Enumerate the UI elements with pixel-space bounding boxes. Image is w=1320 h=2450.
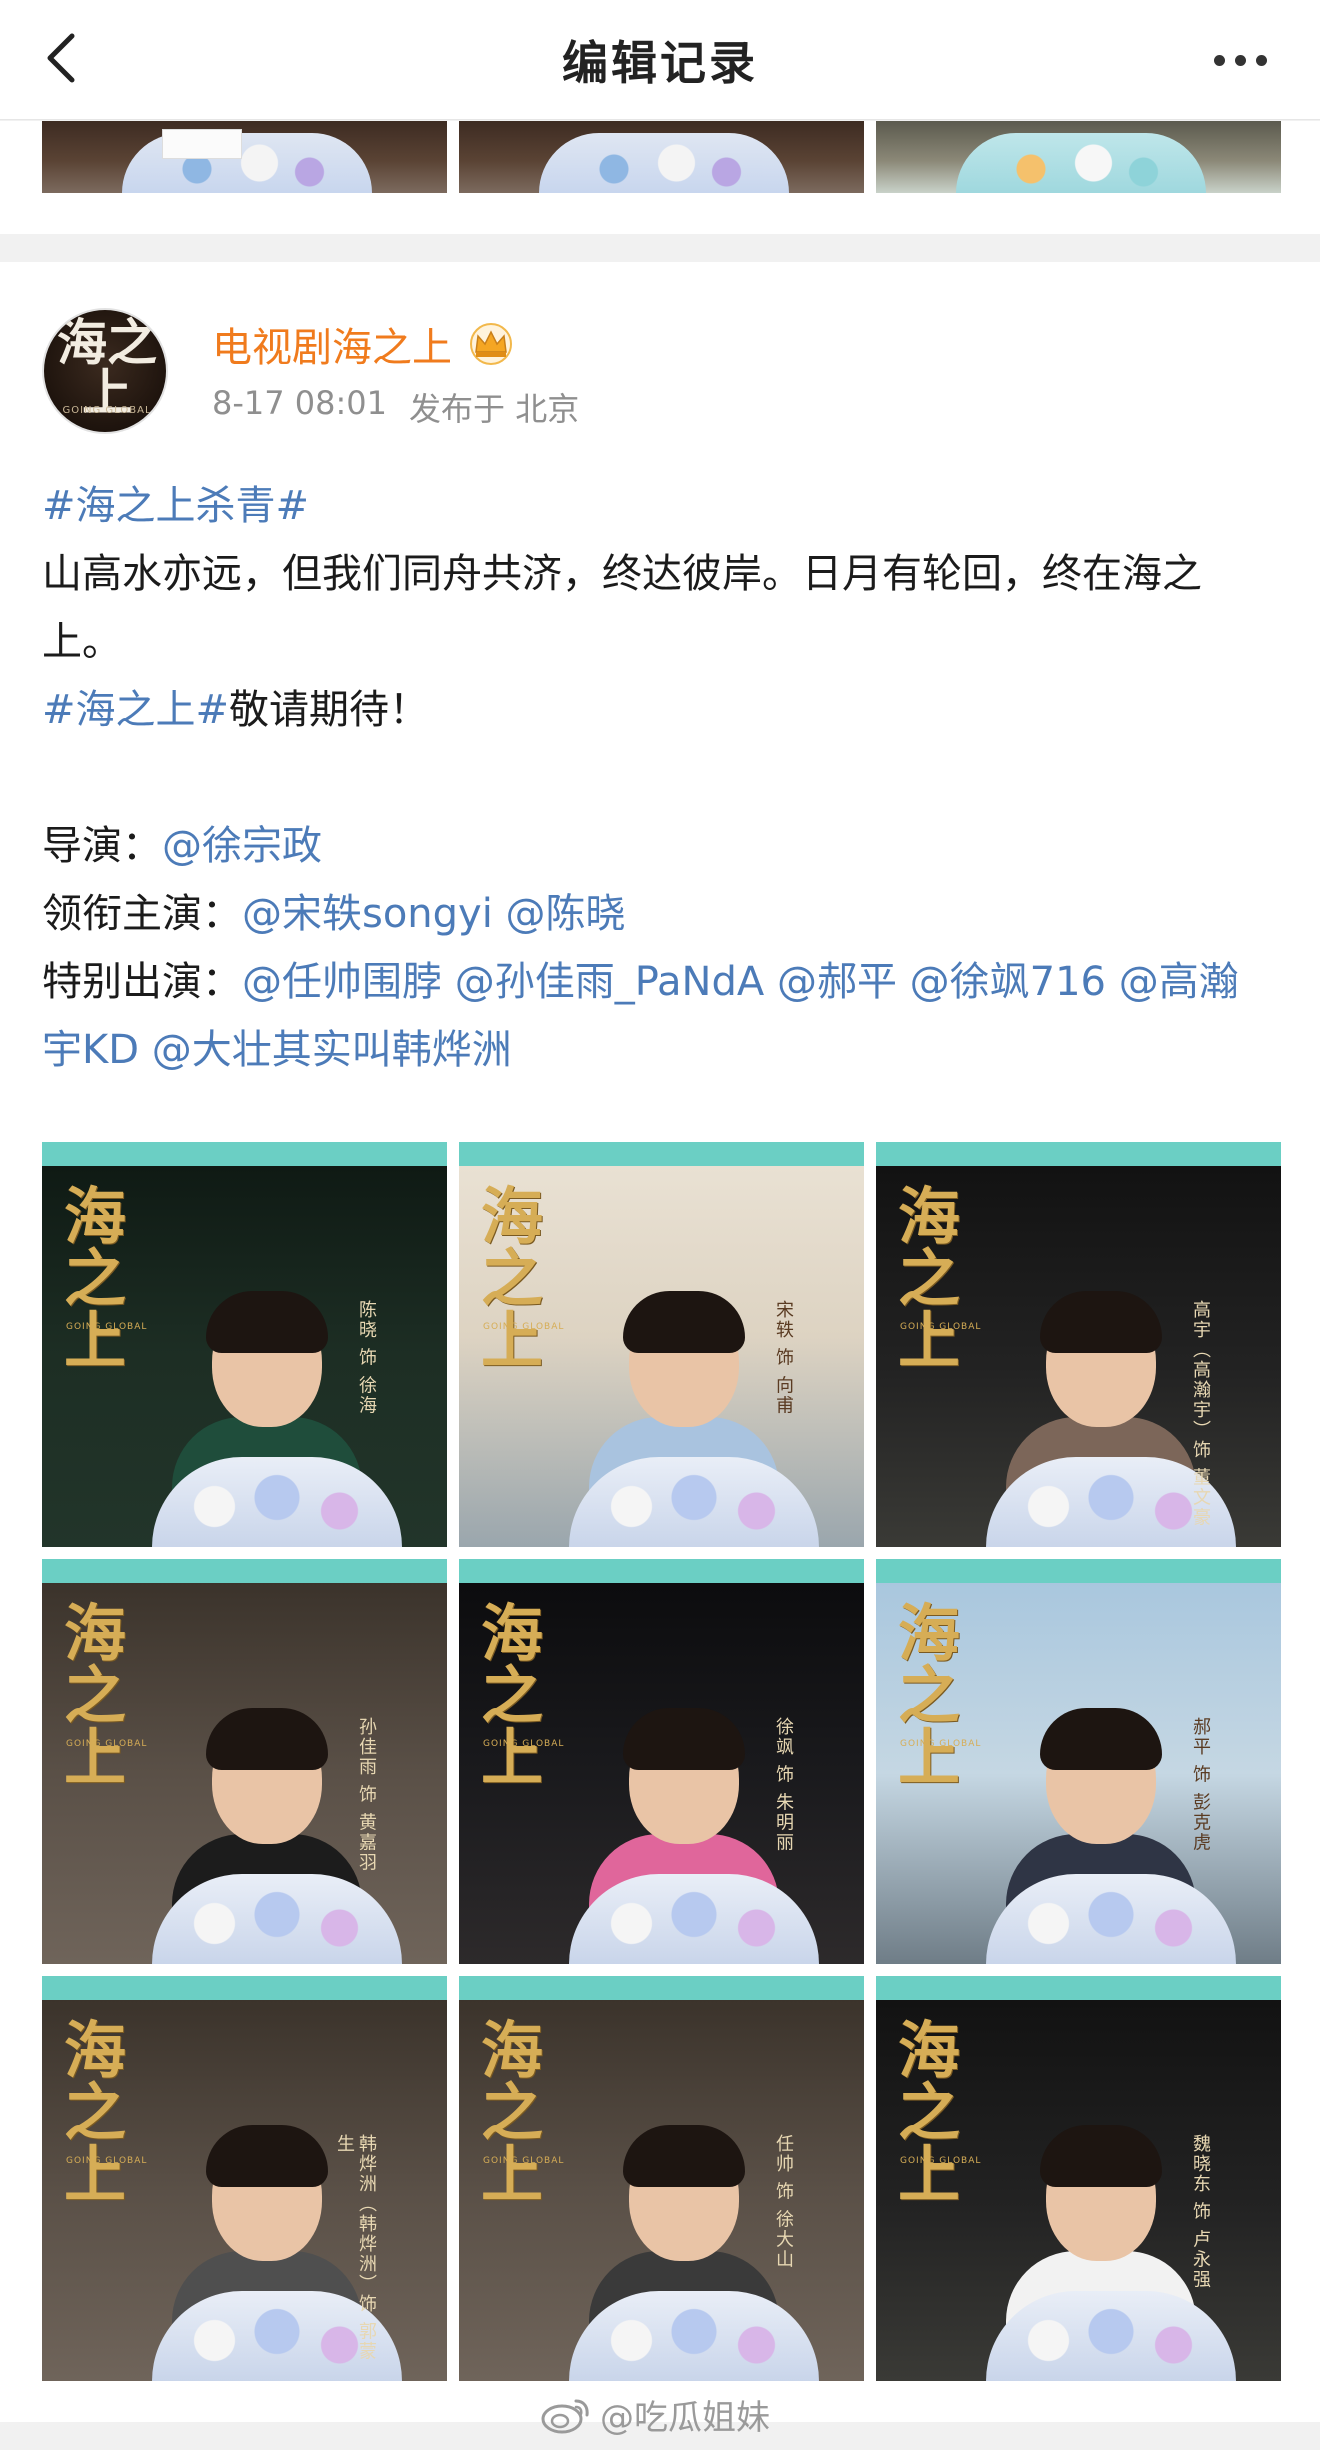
post-text: #海之上杀青# 山高水亦远，但我们同舟共济，终达彼岸。日月有轮回，终在海之上。 #海… [42,472,1278,1084]
poster-image[interactable]: 海之上 GOING GLOBAL 徐飒 饰 朱明丽 [459,1559,864,1964]
teal-band [876,1976,1281,2000]
poster-logo-subtitle: GOING GLOBAL [483,1322,565,1332]
post-text-segment: 敬请期待！ [229,687,430,733]
poster-logo-subtitle: GOING GLOBAL [900,1739,982,1749]
poster-image[interactable]: 海之上 GOING GLOBAL 任帅 饰 徐大山 [459,1976,864,2381]
post-text-segment: 特别出演： [42,959,242,1005]
avatar-logo-text: 海之上 [57,313,157,422]
hashtag-link[interactable]: #海之上杀青# [42,483,309,529]
teal-band [42,1142,447,1166]
poster-image[interactable]: 海之上 GOING GLOBAL 陈晓 饰 徐海 [42,1142,447,1547]
post-line [42,744,1278,812]
poster-logo: 海之上 [898,2014,961,2211]
post-text-segment: 领衔主演： [42,891,242,937]
teal-band [42,1976,447,2000]
post-timestamp: 8-17 08:01 [212,384,388,422]
poster-image[interactable]: 海之上 GOING GLOBAL 宋轶 饰 向甫 [459,1142,864,1547]
chevron-left-icon [47,33,75,83]
post-line: 领衔主演：@宋轶songyi @陈晓 [42,880,1278,948]
poster-image[interactable]: 海之上 GOING GLOBAL 郝平 饰 彭克虎 [876,1559,1281,1964]
post-location: 发布于 北京 [409,390,580,428]
post-line: 特别出演：@任帅围脖 @孙佳雨_PaNdA @郝平 @徐飒716 @高瀚宇KD … [42,948,1278,1084]
top-nav-bar: 编辑记录 [0,0,1320,120]
more-options-button[interactable] [1200,32,1280,88]
poster-caption: 孙佳雨 饰 黄嘉羽 [356,1717,377,1873]
poster-caption: 宋轶 饰 向甫 [773,1300,794,1416]
crown-badge-icon[interactable] [464,322,518,366]
post-line: #海之上杀青# [42,472,1278,540]
poster-logo: 海之上 [481,1597,544,1794]
poster-caption: 韩烨洲（韩烨洲）饰 郭蒙生 [334,2134,377,2362]
page-title: 编辑记录 [562,35,758,90]
poster-caption: 高宇（高瀚宇）饰 董文豪 [1190,1300,1211,1528]
poster-logo: 海之上 [64,1597,127,1794]
poster-logo: 海之上 [64,1180,127,1377]
previous-post-card [0,121,1320,234]
poster-logo: 海之上 [481,1180,544,1377]
poster-logo: 海之上 [898,1180,961,1377]
teal-band [459,1559,864,1583]
teal-band [459,1142,864,1166]
poster-logo-subtitle: GOING GLOBAL [900,2156,982,2166]
previous-image[interactable] [459,121,864,193]
poster-logo-subtitle: GOING GLOBAL [483,1739,565,1749]
post-text-segment: 山高水亦远，但我们同舟共济，终达彼岸。日月有轮回，终在海之上。 [42,551,1202,665]
post-text-segment: 导演： [42,823,162,869]
teal-band [876,1559,1281,1583]
watermark: @吃瓜姐妹 [540,2390,770,2439]
poster-caption: 徐飒 饰 朱明丽 [773,1717,794,1853]
back-button[interactable] [30,26,94,90]
poster-logo-subtitle: GOING GLOBAL [66,1739,148,1749]
poster-caption: 郝平 饰 彭克虎 [1190,1717,1211,1853]
poster-caption: 魏晓东 饰 卢永强 [1190,2134,1211,2290]
previous-image[interactable] [42,121,447,193]
more-dot-icon [1213,54,1225,66]
post-line: #海之上#敬请期待！ [42,676,1278,744]
poster-logo: 海之上 [64,2014,127,2211]
poster-logo-subtitle: GOING GLOBAL [900,1322,982,1332]
poster-caption: 任帅 饰 徐大山 [773,2134,794,2270]
poster-logo: 海之上 [898,1597,961,1794]
avatar-logo-subtitle: GOING GLOBAL [62,405,152,416]
previous-image-grid [42,121,1281,193]
post-meta: 8-17 08:01 发布于 北京 [212,384,579,430]
teal-band [42,1559,447,1583]
poster-logo-subtitle: GOING GLOBAL [66,2156,148,2166]
poster-logo: 海之上 [481,2014,544,2211]
post-line: 导演：@徐宗政 [42,812,1278,880]
watermark-text: @吃瓜姐妹 [600,2398,770,2438]
poster-image[interactable]: 海之上 GOING GLOBAL 孙佳雨 饰 黄嘉羽 [42,1559,447,1964]
hashtag-link[interactable]: #海之上# [42,687,229,733]
mention-link[interactable]: @徐宗政 [162,823,322,869]
more-dot-icon [1234,54,1246,66]
image-grid: 海之上 GOING GLOBAL 陈晓 饰 徐海 海之上 GOING GLOBA… [42,1142,1281,2381]
teal-band [459,1976,864,2000]
poster-caption: 陈晓 饰 徐海 [356,1300,377,1416]
poster-image[interactable]: 海之上 GOING GLOBAL 魏晓东 饰 卢永强 [876,1976,1281,2381]
previous-image[interactable] [876,121,1281,193]
post-line: 山高水亦远，但我们同舟共济，终达彼岸。日月有轮回，终在海之上。 [42,540,1278,676]
poster-logo-subtitle: GOING GLOBAL [66,1322,148,1332]
author-row: 电视剧海之上 [212,314,518,374]
weibo-logo-icon [541,2399,589,2433]
teal-band [876,1142,1281,1166]
post-card: 海之上 GOING GLOBAL 电视剧海之上 8-17 08:01 发布于 北… [0,262,1320,2422]
avatar[interactable]: 海之上 GOING GLOBAL [42,308,168,434]
more-dot-icon [1255,54,1267,66]
poster-logo-subtitle: GOING GLOBAL [483,2156,565,2166]
author-name[interactable]: 电视剧海之上 [212,315,452,373]
poster-image[interactable]: 海之上 GOING GLOBAL 韩烨洲（韩烨洲）饰 郭蒙生 [42,1976,447,2381]
poster-image[interactable]: 海之上 GOING GLOBAL 高宇（高瀚宇）饰 董文豪 [876,1142,1281,1547]
mention-link[interactable]: @宋轶songyi @陈晓 [242,891,626,937]
